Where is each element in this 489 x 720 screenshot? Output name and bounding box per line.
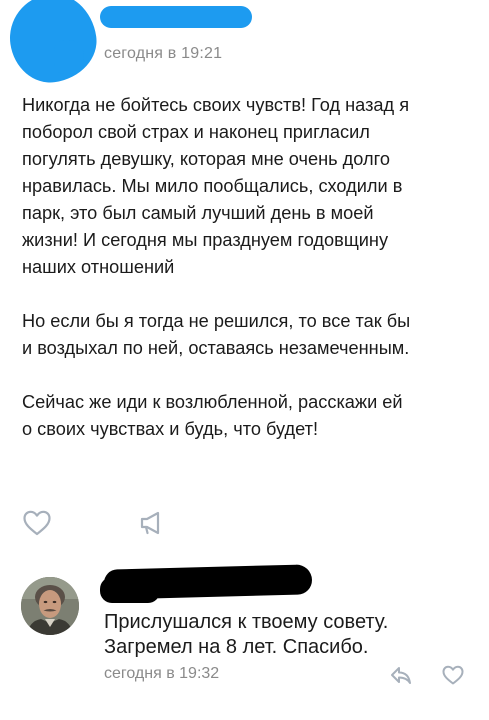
post-line: Но если бы я тогда не решился, то все та… (22, 311, 411, 331)
post-line: погулять девушку, которая мне очень долг… (22, 149, 390, 169)
megaphone-share-icon (140, 511, 160, 535)
post-author-avatar-redacted[interactable] (4, 0, 102, 88)
post-line: нравилась. Мы мило пообщались, сходили в (22, 176, 403, 196)
heart-outline-icon (442, 665, 464, 685)
comment-author-name-redaction-scribble (100, 577, 160, 603)
comment-line: Прислушался к твоему совету. (104, 611, 389, 633)
comment-text: Прислушался к твоему совету. Загремел на… (104, 610, 464, 660)
post-text: Никогда не бойтесь своих чувств! Год наз… (22, 92, 477, 443)
commenter-photo (21, 577, 79, 635)
post-line: наших отношений (22, 257, 175, 277)
comment-author-avatar[interactable] (21, 577, 79, 635)
like-button[interactable] (22, 508, 52, 538)
heart-outline-icon (23, 510, 51, 536)
post-line: поборол свой страх и наконец пригласил (22, 122, 370, 142)
post-author-avatar-redaction-scribble (54, 40, 84, 74)
post-line: Никогда не бойтесь своих чувств! Год наз… (22, 95, 410, 115)
reply-arrow-icon (391, 667, 411, 684)
comment: Прислушался к твоему совету. Загремел на… (0, 564, 489, 720)
share-button[interactable] (136, 508, 166, 538)
reply-button[interactable] (388, 663, 414, 687)
post-line: о своих чувствах и будь, что будет! (22, 419, 319, 439)
post-timestamp[interactable]: сегодня в 19:21 (104, 45, 222, 63)
post-author-name-redacted[interactable] (100, 6, 252, 28)
post-line: и воздыхал по ней, оставаясь незамеченны… (22, 338, 410, 358)
comment-line: Загремел на 8 лет. Спасибо. (104, 636, 369, 658)
comment-like-button[interactable] (440, 663, 466, 687)
comment-timestamp[interactable]: сегодня в 19:32 (104, 665, 219, 683)
post-actions (22, 508, 222, 538)
post-line: жизни! И сегодня мы празднуем годовщину (22, 230, 389, 250)
post-line: Сейчас же иди к возлюбленной, расскажи е… (22, 392, 403, 412)
post-line: парк, это был самый лучший день в моей (22, 203, 374, 223)
